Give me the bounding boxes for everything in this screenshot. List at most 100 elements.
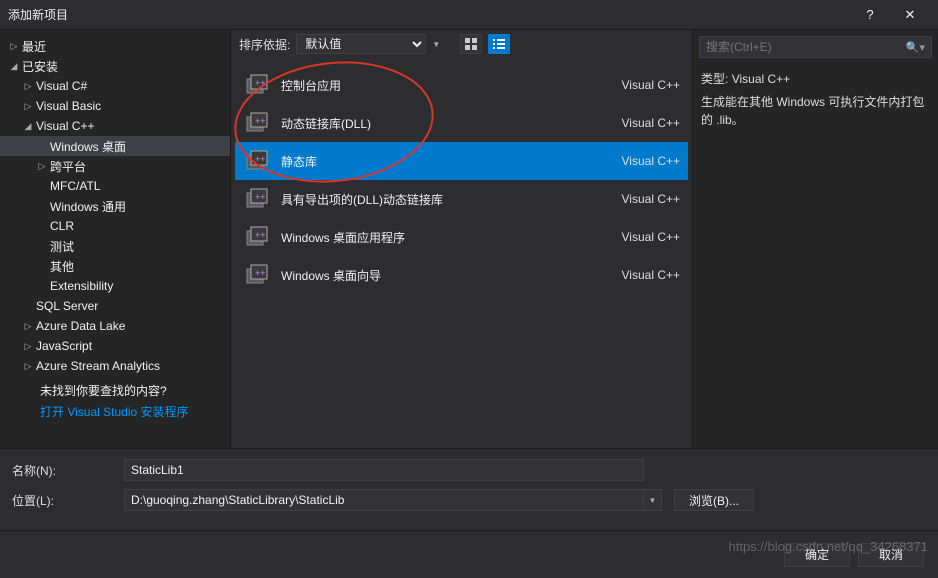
grid-icon — [465, 38, 477, 50]
template-icon: ++ — [243, 147, 271, 175]
tree-item-label: Azure Data Lake — [36, 319, 125, 333]
svg-text:++: ++ — [255, 192, 266, 202]
template-name: 具有导出项的(DLL)动态链接库 — [281, 191, 622, 208]
tree-item[interactable]: ▷Azure Stream Analytics — [0, 356, 230, 376]
search-input[interactable] — [706, 40, 906, 54]
template-name: 动态链接库(DLL) — [281, 115, 622, 132]
name-input[interactable] — [124, 459, 644, 481]
browse-button[interactable]: 浏览(B)... — [674, 489, 754, 511]
template-lang: Visual C++ — [622, 78, 680, 92]
template-name: 静态库 — [281, 153, 622, 170]
template-item[interactable]: ++ 静态库Visual C++ — [235, 142, 688, 180]
tree-item[interactable]: 其他 — [0, 256, 230, 276]
tree-arrow-icon: ▷ — [22, 80, 34, 92]
tree-item-label: Visual Basic — [36, 99, 101, 113]
type-desc: 生成能在其他 Windows 可执行文件内打包的 .lib。 — [701, 93, 930, 129]
type-line: 类型: Visual C++ — [701, 70, 930, 87]
tree-arrow-icon: ▷ — [22, 360, 34, 372]
sidebar: ▷最近 ◢已安装 ▷Visual C#▷Visual Basic◢Visual … — [0, 30, 230, 448]
tree-item[interactable]: ▷Visual C# — [0, 76, 230, 96]
template-item[interactable]: ++ Windows 桌面应用程序Visual C++ — [235, 218, 688, 256]
help-text: 未找到你要查找的内容? — [0, 376, 230, 401]
svg-text:++: ++ — [255, 116, 266, 126]
location-input[interactable] — [124, 489, 644, 511]
sort-toolbar: 排序依据: 默认值 ▼ — [231, 30, 692, 58]
tree-item-label: SQL Server — [36, 299, 98, 313]
tree-item[interactable]: CLR — [0, 216, 230, 236]
tree-item-label: Extensibility — [50, 279, 113, 293]
open-installer-link[interactable]: 打开 Visual Studio 安装程序 — [0, 401, 230, 426]
template-lang: Visual C++ — [622, 154, 680, 168]
help-button[interactable]: ? — [850, 1, 890, 29]
svg-text:++: ++ — [255, 154, 266, 164]
tree-arrow-icon: ▷ — [22, 320, 34, 332]
template-item[interactable]: ++ Windows 桌面向导Visual C++ — [235, 256, 688, 294]
titlebar: 添加新项目 ? ✕ — [0, 0, 938, 30]
tree-installed[interactable]: ◢已安装 — [0, 56, 230, 76]
template-name: Windows 桌面应用程序 — [281, 229, 622, 246]
tree-arrow-icon: ▷ — [22, 100, 34, 112]
tree-item[interactable]: 测试 — [0, 236, 230, 256]
template-item[interactable]: ++控制台应用Visual C++ — [235, 66, 688, 104]
center-panel: 排序依据: 默认值 ▼ ++控制台应用Visual C++++动态链接库(DLL… — [230, 30, 693, 448]
tree-item[interactable]: Windows 桌面 — [0, 136, 230, 156]
location-dropdown-arrow[interactable]: ▼ — [644, 489, 662, 511]
tree-arrow-icon: ◢ — [22, 120, 34, 132]
template-list: ++控制台应用Visual C++++动态链接库(DLL)Visual C+++… — [231, 58, 692, 448]
cancel-button[interactable]: 取消 — [858, 543, 924, 567]
sort-dropdown[interactable]: 默认值 — [296, 34, 426, 54]
tree-item-label: 其他 — [50, 258, 74, 275]
template-lang: Visual C++ — [622, 192, 680, 206]
tree-arrow-icon: ▷ — [22, 340, 34, 352]
template-icon: ++ — [243, 109, 271, 137]
tree-item-label: Windows 通用 — [50, 198, 126, 215]
footer: 确定 取消 — [0, 530, 938, 578]
list-icon — [493, 38, 505, 50]
tree-item[interactable]: MFC/ATL — [0, 176, 230, 196]
tree-item-label: Windows 桌面 — [50, 138, 126, 155]
template-icon: ++ — [243, 223, 271, 251]
dropdown-arrow-icon: ▼ — [432, 40, 440, 49]
tree-item-label: MFC/ATL — [50, 179, 100, 193]
tree-item[interactable]: Windows 通用 — [0, 196, 230, 216]
chevron-right-icon: ▷ — [8, 40, 20, 52]
template-item[interactable]: ++ 具有导出项的(DLL)动态链接库Visual C++ — [235, 180, 688, 218]
template-name: Windows 桌面向导 — [281, 267, 622, 284]
tree-item[interactable]: ▷Azure Data Lake — [0, 316, 230, 336]
tree-item[interactable]: ▷JavaScript — [0, 336, 230, 356]
tree-item-label: Visual C# — [36, 79, 87, 93]
tree-item-label: Visual C++ — [36, 119, 94, 133]
tree-item[interactable]: ▷跨平台 — [0, 156, 230, 176]
tree-arrow-icon: ▷ — [36, 160, 48, 172]
template-icon: ++ — [243, 71, 271, 99]
close-button[interactable]: ✕ — [890, 1, 930, 29]
tree-item[interactable]: ◢Visual C++ — [0, 116, 230, 136]
ok-button[interactable]: 确定 — [784, 543, 850, 567]
details-panel: 🔍▾ 类型: Visual C++ 生成能在其他 Windows 可执行文件内打… — [693, 30, 938, 448]
template-icon: ++ — [243, 185, 271, 213]
search-icon: 🔍▾ — [906, 41, 925, 54]
template-lang: Visual C++ — [622, 268, 680, 282]
svg-text:++: ++ — [255, 230, 266, 240]
form-area: 名称(N): 位置(L): ▼ 浏览(B)... — [0, 448, 938, 525]
template-lang: Visual C++ — [622, 116, 680, 130]
tree-item-label: JavaScript — [36, 339, 92, 353]
tree-item[interactable]: SQL Server — [0, 296, 230, 316]
window-title: 添加新项目 — [8, 6, 850, 23]
sort-label: 排序依据: — [239, 36, 290, 53]
template-lang: Visual C++ — [622, 230, 680, 244]
svg-text:++: ++ — [255, 78, 266, 88]
tree-item-label: 跨平台 — [50, 158, 86, 175]
svg-text:++: ++ — [255, 268, 266, 278]
tree-item-label: Azure Stream Analytics — [36, 359, 160, 373]
template-icon: ++ — [243, 261, 271, 289]
template-item[interactable]: ++ 动态链接库(DLL)Visual C++ — [235, 104, 688, 142]
tree-recent[interactable]: ▷最近 — [0, 36, 230, 56]
tree-item-label: CLR — [50, 219, 74, 233]
tree-item[interactable]: Extensibility — [0, 276, 230, 296]
location-label: 位置(L): — [12, 492, 124, 509]
tree-item[interactable]: ▷Visual Basic — [0, 96, 230, 116]
view-grid-button[interactable] — [460, 34, 482, 54]
view-list-button[interactable] — [488, 34, 510, 54]
search-box[interactable]: 🔍▾ — [699, 36, 932, 58]
